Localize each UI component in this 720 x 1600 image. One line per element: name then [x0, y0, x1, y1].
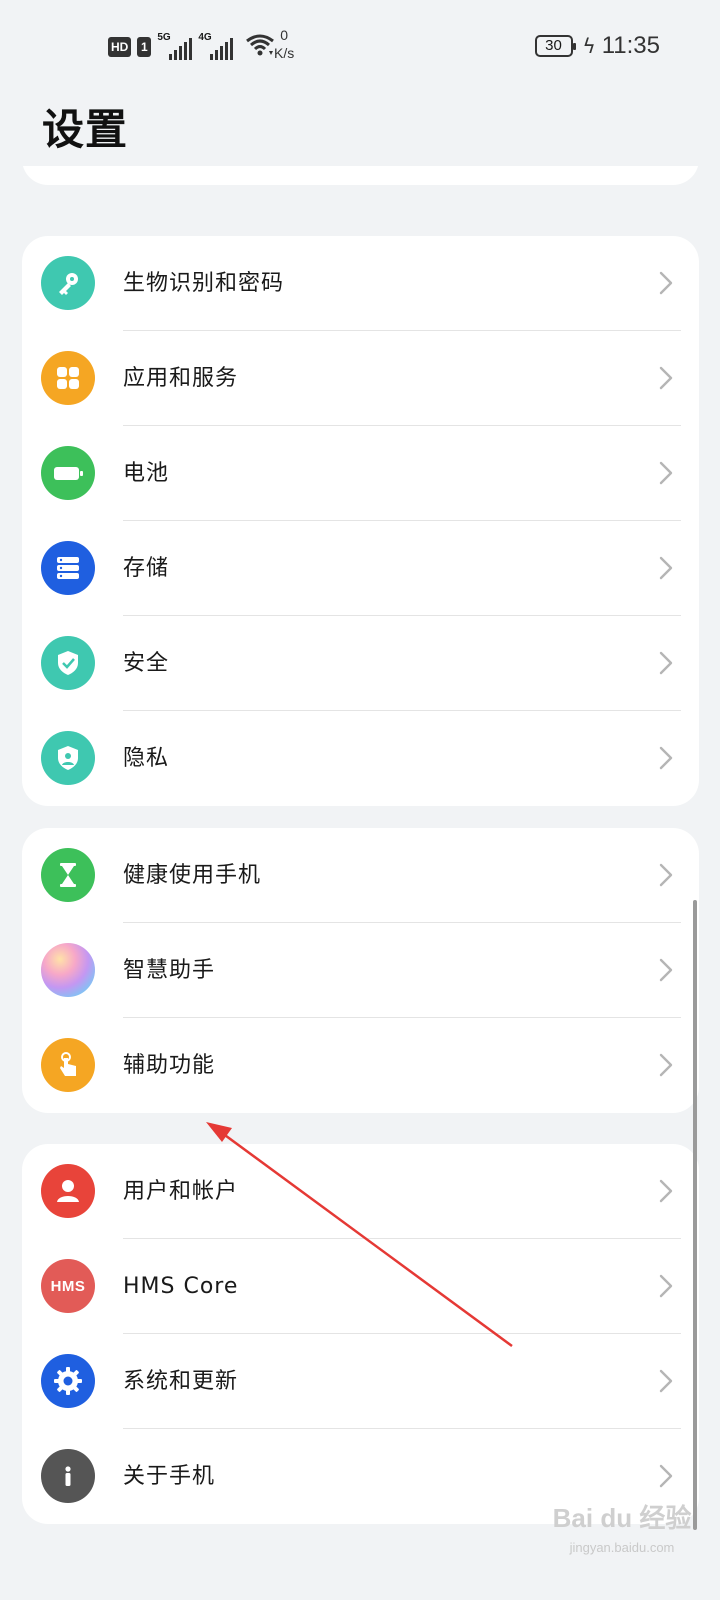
shield-check-icon — [41, 636, 95, 690]
settings-row-key[interactable]: 生物识别和密码 — [22, 236, 699, 331]
status-bar: HD 1 5G 4G 0 K/s 30 ϟ 11:35 — [0, 0, 720, 92]
settings-row-shield-check[interactable]: 安全 — [22, 616, 699, 711]
settings-row-bell[interactable]: 通知 — [22, 166, 699, 185]
settings-row-label: 安全 — [123, 651, 170, 676]
settings-row-label: HMS Core — [123, 1274, 239, 1299]
chevron-right-icon — [653, 554, 679, 582]
settings-row-label: 用户和帐户 — [123, 1179, 239, 1204]
settings-row-apps-grid[interactable]: 应用和服务 — [22, 331, 699, 426]
hms-core-icon: HMS — [41, 1259, 95, 1313]
chevron-right-icon — [653, 459, 679, 487]
privacy-shield-icon — [41, 731, 95, 785]
settings-row-label: 智慧助手 — [123, 958, 216, 983]
chevron-right-icon — [653, 649, 679, 677]
chevron-right-icon — [653, 1462, 679, 1490]
speed-unit: K/s — [274, 45, 295, 61]
settings-row-label: 应用和服务 — [123, 366, 239, 391]
settings-row-label: 隐私 — [123, 746, 170, 771]
settings-row-gear[interactable]: 系统和更新 — [22, 1334, 699, 1429]
user-icon — [41, 1164, 95, 1218]
status-right: 30 ϟ 11:35 — [534, 32, 660, 60]
watermark-url: jingyan.baidu.com — [569, 1540, 675, 1555]
chevron-right-icon — [653, 1051, 679, 1079]
baidu-watermark: Bai du 经验 jingyan.baidu.com — [542, 1496, 702, 1576]
speed-value: 0 — [280, 27, 289, 43]
settings-list[interactable]: 通知生物识别和密码应用和服务电池存储安全隐私健康使用手机智慧助手辅助功能用户和帐… — [0, 166, 720, 1600]
settings-row-label: 电池 — [123, 461, 170, 486]
network-speed: 0 K/s — [274, 26, 294, 62]
hms-icon-text: HMS — [50, 1277, 86, 1295]
settings-card: 健康使用手机 智慧助手辅助功能 — [22, 828, 699, 1113]
settings-row-hms-core[interactable]: HMS HMS Core — [22, 1239, 699, 1334]
watermark-brand: Bai du 经验 — [552, 1503, 692, 1533]
settings-row-label: 生物识别和密码 — [123, 271, 285, 296]
settings-row-hourglass[interactable]: 健康使用手机 — [22, 828, 699, 923]
key-icon — [41, 256, 95, 310]
scrollbar[interactable] — [693, 900, 697, 1530]
sim-badge: 1 — [137, 37, 152, 57]
settings-card: 用户和帐户 HMS HMS Core 系统和更新关于手机 — [22, 1144, 699, 1524]
hand-touch-icon — [41, 1038, 95, 1092]
settings-row-label: 存储 — [123, 556, 170, 581]
settings-row-assistant-orb[interactable]: 智慧助手 — [22, 923, 699, 1018]
wifi-icon — [245, 33, 275, 61]
battery-indicator: 30 — [534, 35, 576, 57]
chevron-right-icon — [653, 1367, 679, 1395]
apps-grid-icon — [41, 351, 95, 405]
charging-bolt-icon: ϟ — [582, 34, 596, 58]
settings-row-label: 通知 — [123, 166, 169, 185]
settings-card: 生物识别和密码 应用和服务电池存储安全隐私 — [22, 236, 699, 806]
settings-row-privacy-shield[interactable]: 隐私 — [22, 711, 699, 806]
settings-row-label: 系统和更新 — [123, 1369, 239, 1394]
settings-row-label: 辅助功能 — [123, 1053, 216, 1078]
status-left: HD 1 5G 4G — [108, 32, 275, 62]
status-clock: 11:35 — [601, 32, 660, 59]
network-4g-label: 4G — [198, 32, 212, 43]
signal-5g-icon: 5G — [157, 32, 193, 60]
settings-card: 通知 — [22, 166, 699, 185]
assistant-orb-icon — [41, 943, 95, 997]
settings-row-hand-touch[interactable]: 辅助功能 — [22, 1018, 699, 1113]
settings-row-battery[interactable]: 电池 — [22, 426, 699, 521]
network-5g-label: 5G — [157, 32, 171, 43]
settings-row-label: 健康使用手机 — [123, 863, 262, 888]
page-title: 设置 — [42, 105, 129, 154]
chevron-right-icon — [653, 269, 679, 297]
settings-row-storage[interactable]: 存储 — [22, 521, 699, 616]
chevron-right-icon — [653, 364, 679, 392]
gear-icon — [41, 1354, 95, 1408]
chevron-right-icon — [653, 956, 679, 984]
chevron-right-icon — [653, 861, 679, 889]
chevron-right-icon — [653, 1177, 679, 1205]
chevron-right-icon — [653, 1272, 679, 1300]
storage-icon — [41, 541, 95, 595]
signal-4g-icon: 4G — [198, 32, 234, 60]
settings-row-user[interactable]: 用户和帐户 — [22, 1144, 699, 1239]
settings-row-label: 关于手机 — [123, 1464, 216, 1489]
hourglass-icon — [41, 848, 95, 902]
info-icon — [41, 1449, 95, 1503]
chevron-right-icon — [653, 744, 679, 772]
battery-icon — [41, 446, 95, 500]
hd-voice-badge: HD — [108, 37, 132, 57]
